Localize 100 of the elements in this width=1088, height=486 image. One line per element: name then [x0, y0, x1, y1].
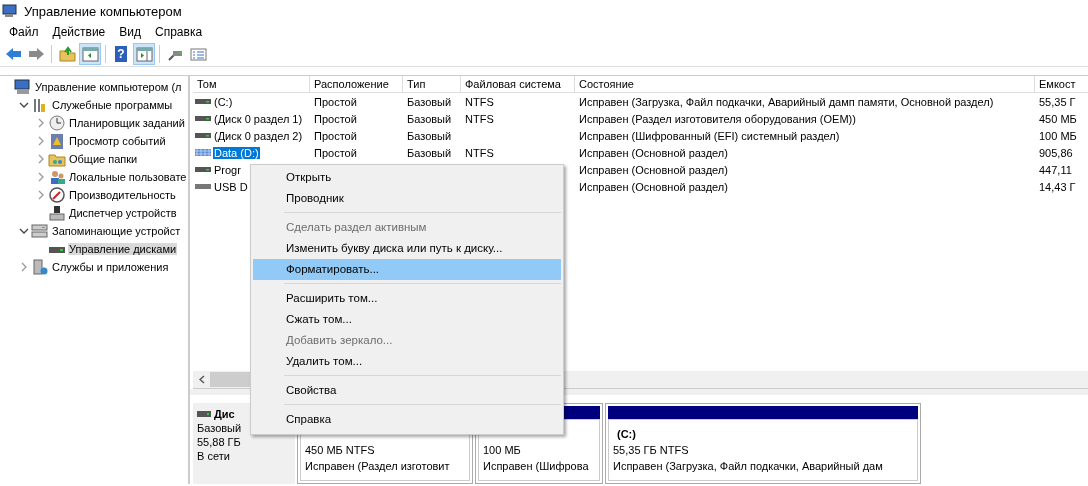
table-cell-text: 447,11	[1038, 163, 1073, 176]
tree-item[interactable]: Планировщик заданий	[68, 117, 186, 129]
device-icon	[48, 205, 66, 221]
table-cell[interactable]: Progr	[213, 163, 242, 176]
panel-toggle-icon	[135, 45, 153, 63]
tree-item[interactable]: Служебные программы	[51, 99, 174, 111]
table-cell-text: Простой	[313, 129, 358, 142]
partition-status: Исправен (Шифрова	[483, 459, 590, 474]
table-cell[interactable]: Data (D:)	[213, 146, 260, 159]
partition-size: 55,35 ГБ NTFS	[613, 443, 690, 458]
menu-item[interactable]: Проводник	[253, 188, 561, 209]
column-header[interactable]: Расположение	[310, 76, 403, 93]
expanded-chevron-icon[interactable]	[19, 100, 29, 110]
partition-block[interactable]: (C:) 55,35 ГБ NTFS Исправен (Загрузка, Файл подкачки, Аварийный дам	[605, 403, 921, 484]
tree-item[interactable]: Общие папки	[68, 153, 139, 165]
disk-detail: В сети	[197, 449, 231, 463]
menu-item[interactable]: Открыть	[253, 167, 561, 188]
partition-size: 100 МБ	[483, 443, 522, 458]
forward-arrow-icon	[27, 45, 45, 63]
drive-icon	[195, 115, 211, 122]
drive-icon	[197, 411, 211, 417]
drive-icon	[195, 132, 211, 139]
menu-item[interactable]: Изменить букву диска или путь к диску...	[253, 238, 561, 259]
table-cell-text: Простой	[313, 112, 358, 125]
folder-up-icon	[58, 45, 76, 63]
disk-detail: 55,88 ГБ	[197, 435, 242, 449]
menu-item[interactable]: Действие	[45, 25, 113, 39]
disk-detail: Базовый	[197, 421, 243, 435]
partition-status: Исправен (Загрузка, Файл подкачки, Аварийный дам	[613, 459, 884, 474]
back-arrow-icon	[4, 45, 22, 63]
tree-item[interactable]: Запоминающие устройст	[51, 225, 182, 237]
menu-item[interactable]: Свойства	[253, 380, 561, 401]
computer-icon	[14, 79, 32, 95]
tree-item[interactable]: Локальные пользовате	[68, 171, 188, 183]
event-log-icon	[48, 133, 66, 149]
menu-item[interactable]: Сжать том...	[253, 309, 561, 330]
table-cell[interactable]: USB D	[213, 180, 249, 193]
menu-item[interactable]: Удалить том...	[253, 351, 561, 372]
table-cell-text: Исправен (Основной раздел)	[578, 146, 729, 159]
tree-item[interactable]: Диспетчер устройств	[68, 207, 178, 219]
table-cell-text: 55,35 Г	[1038, 95, 1077, 108]
column-header[interactable]: Том	[193, 76, 310, 93]
table-cell-text: Исправен (Раздел изготовителя оборудования (OEM))	[578, 112, 857, 125]
help-button[interactable]: ?	[115, 46, 127, 62]
computer-icon	[2, 3, 18, 19]
table-cell[interactable]: (Диск 0 раздел 1)	[213, 112, 304, 125]
panel-toggle-icon	[81, 45, 99, 63]
collapsed-chevron-icon[interactable]	[36, 154, 46, 164]
clock-icon	[48, 115, 66, 131]
services-icon	[31, 259, 49, 275]
tree-item[interactable]: Управление компьютером (л	[34, 81, 183, 93]
column-header[interactable]: Тип	[403, 76, 461, 93]
tree-item[interactable]: Производительность	[68, 189, 177, 201]
column-header[interactable]: Состояние	[575, 76, 1035, 93]
collapsed-chevron-icon[interactable]	[36, 136, 46, 146]
table-cell-text: Базовый	[406, 129, 453, 142]
menu-item[interactable]: Справка	[148, 25, 210, 39]
tree-item[interactable]: Службы и приложения	[51, 261, 170, 273]
tree-item[interactable]: Управление дисками	[68, 243, 178, 255]
table-cell-text: NTFS	[464, 112, 495, 125]
collapsed-chevron-icon[interactable]	[36, 190, 46, 200]
table-cell-text: 905,86	[1038, 146, 1074, 159]
collapsed-chevron-icon[interactable]	[19, 262, 29, 272]
table-cell-text: Исправен (Загрузка, Файл подкачки, Аварийный дамп памяти, Основной раздел)	[578, 95, 995, 108]
partition-size: 450 МБ NTFS	[305, 443, 376, 458]
toolbar-button[interactable]	[133, 43, 155, 65]
table-cell[interactable]: (Диск 0 раздел 2)	[213, 129, 304, 142]
collapsed-chevron-icon[interactable]	[36, 118, 46, 128]
table-cell-text: Исправен (Основной раздел)	[578, 163, 729, 176]
table-cell-text: Простой	[313, 95, 358, 108]
drive-icon	[195, 183, 211, 190]
table-cell-text: NTFS	[464, 95, 495, 108]
table-cell-text: Базовый	[406, 112, 453, 125]
expanded-chevron-icon[interactable]	[19, 226, 29, 236]
menu-item[interactable]: Файл	[2, 25, 46, 39]
table-cell-text: 14,43 Г	[1038, 180, 1077, 193]
drive-icon	[195, 149, 211, 156]
table-cell-text: Исправен (Шифрованный (EFI) системный раздел)	[578, 129, 841, 142]
menu-item[interactable]: Вид	[112, 25, 148, 39]
table-cell-text: 450 МБ	[1038, 112, 1078, 125]
drive-icon	[195, 166, 211, 173]
partition-name: (C:)	[616, 427, 637, 442]
menu-item[interactable]: Форматировать...	[253, 259, 561, 280]
partition-status: Исправен (Раздел изготовит	[305, 459, 451, 474]
tree-item[interactable]: Просмотр событий	[68, 135, 167, 147]
table-cell-text: Базовый	[406, 95, 453, 108]
properties-icon	[189, 45, 207, 63]
column-header[interactable]: Файловая система	[461, 76, 575, 93]
collapsed-chevron-icon[interactable]	[36, 172, 46, 182]
menu-item[interactable]: Расширить том...	[253, 288, 561, 309]
drive-icon	[195, 98, 211, 105]
disk-name: Дис	[214, 407, 235, 421]
storage-icon	[31, 223, 49, 239]
table-cell-text: Простой	[313, 146, 358, 159]
table-cell-text: Базовый	[406, 146, 453, 159]
window-title: Управление компьютером	[24, 3, 182, 19]
table-cell-text: 100 МБ	[1038, 129, 1078, 142]
table-cell[interactable]: (C:)	[213, 95, 234, 108]
table-cell-text: Исправен (Основной раздел)	[578, 180, 729, 193]
toolbar-button[interactable]	[79, 43, 101, 65]
